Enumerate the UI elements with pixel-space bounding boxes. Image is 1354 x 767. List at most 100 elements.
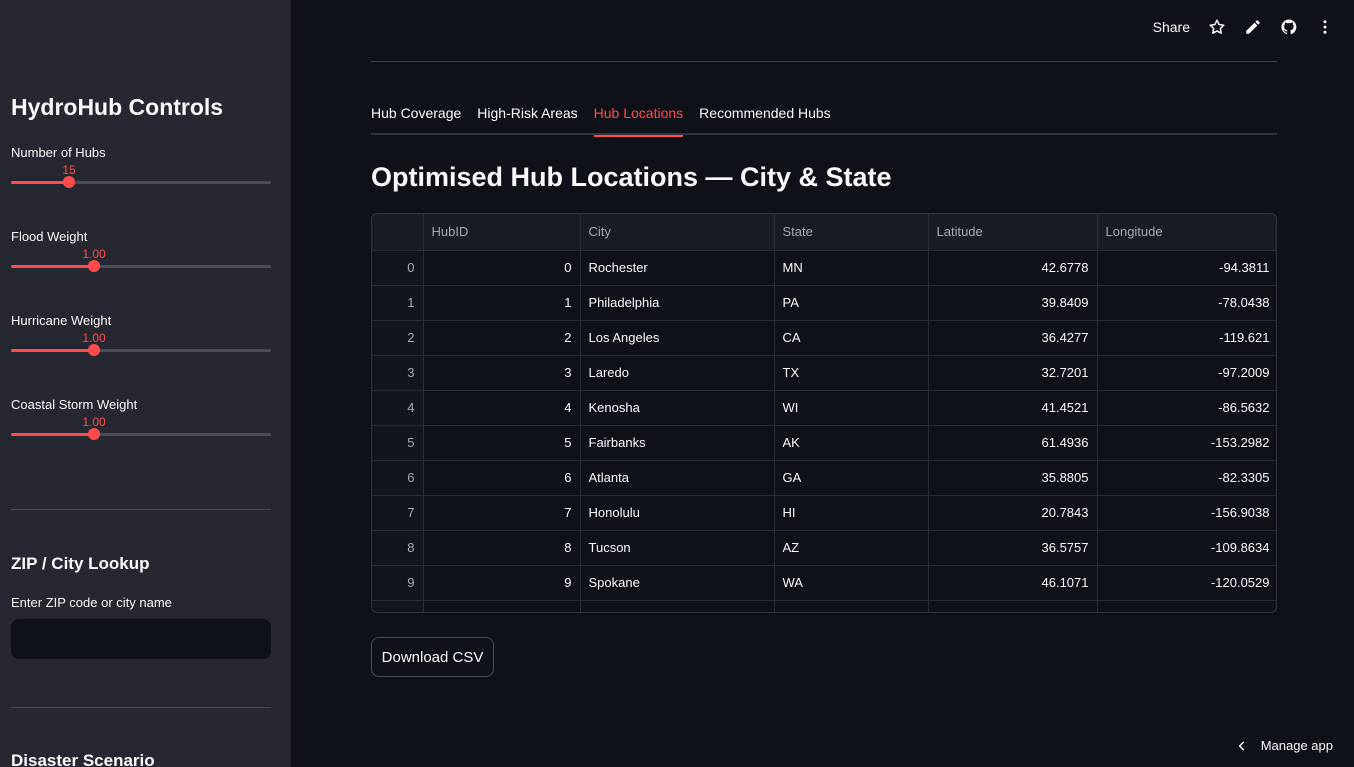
slider-thumb[interactable] (88, 344, 100, 356)
row-index[interactable]: 7 (372, 495, 424, 531)
longitude-cell[interactable]: -86.5632 (1097, 390, 1276, 426)
hubid-cell[interactable]: 7 (423, 495, 581, 531)
table-row[interactable]: 3 3 Laredo TX 32.7201 -97.2009 (372, 355, 1276, 391)
state-cell[interactable]: AZ (774, 530, 929, 566)
star-icon[interactable] (1208, 18, 1226, 36)
city-cell[interactable] (580, 600, 775, 612)
table-row[interactable]: 5 5 Fairbanks AK 61.4936 -153.2982 (372, 425, 1276, 461)
hub-table[interactable]: HubID City State Latitude Longitude 0 0 Ro… (371, 213, 1277, 613)
hubid-cell[interactable]: 6 (423, 460, 581, 496)
hubid-cell[interactable]: 9 (423, 565, 581, 601)
state-cell[interactable]: CA (774, 320, 929, 356)
longitude-cell[interactable]: -78.0438 (1097, 285, 1276, 321)
state-cell[interactable]: MN (774, 250, 929, 286)
longitude-cell[interactable]: -120.0529 (1097, 565, 1276, 601)
hubid-cell[interactable]: 4 (423, 390, 581, 426)
city-cell[interactable]: Kenosha (580, 390, 775, 426)
longitude-cell[interactable]: -109.8634 (1097, 530, 1276, 566)
row-index[interactable]: 4 (372, 390, 424, 426)
slider-track[interactable] (11, 176, 271, 188)
latitude-cell[interactable]: 46.1071 (928, 565, 1098, 601)
table-row[interactable] (372, 600, 1276, 612)
pencil-icon[interactable] (1244, 18, 1262, 36)
latitude-cell[interactable]: 61.4936 (928, 425, 1098, 461)
state-cell[interactable]: AK (774, 425, 929, 461)
row-index[interactable]: 8 (372, 530, 424, 566)
city-cell[interactable]: Laredo (580, 355, 775, 391)
longitude-cell[interactable]: -97.2009 (1097, 355, 1276, 391)
city-cell[interactable]: Rochester (580, 250, 775, 286)
slider-track[interactable] (11, 344, 271, 356)
latitude-cell[interactable]: 41.4521 (928, 390, 1098, 426)
download-csv-button[interactable]: Download CSV (371, 637, 494, 677)
state-cell[interactable]: HI (774, 495, 929, 531)
longitude-cell[interactable]: -153.2982 (1097, 425, 1276, 461)
longitude-cell[interactable]: -82.3305 (1097, 460, 1276, 496)
state-cell[interactable]: WI (774, 390, 929, 426)
manage-app-button[interactable]: Manage app (1235, 738, 1333, 753)
github-icon[interactable] (1280, 18, 1298, 36)
slider-track[interactable] (11, 428, 271, 440)
latitude-cell[interactable] (928, 600, 1098, 612)
column-header-latitude[interactable]: Latitude (928, 214, 1098, 251)
longitude-cell[interactable]: -156.9038 (1097, 495, 1276, 531)
city-cell[interactable]: Atlanta (580, 460, 775, 496)
latitude-cell[interactable]: 35.8805 (928, 460, 1098, 496)
table-row[interactable]: 7 7 Honolulu HI 20.7843 -156.9038 (372, 495, 1276, 531)
latitude-cell[interactable]: 39.8409 (928, 285, 1098, 321)
latitude-cell[interactable]: 36.5757 (928, 530, 1098, 566)
state-cell[interactable]: PA (774, 285, 929, 321)
slider-thumb[interactable] (63, 176, 75, 188)
table-row[interactable]: 6 6 Atlanta GA 35.8805 -82.3305 (372, 460, 1276, 496)
table-row[interactable]: 2 2 Los Angeles CA 36.4277 -119.621 (372, 320, 1276, 356)
longitude-cell[interactable]: -119.621 (1097, 320, 1276, 356)
latitude-cell[interactable]: 32.7201 (928, 355, 1098, 391)
row-index[interactable]: 2 (372, 320, 424, 356)
latitude-cell[interactable]: 36.4277 (928, 320, 1098, 356)
table-row[interactable]: 1 1 Philadelphia PA 39.8409 -78.0438 (372, 285, 1276, 321)
column-header-city[interactable]: City (580, 214, 775, 251)
city-cell[interactable]: Tucson (580, 530, 775, 566)
hubid-cell[interactable]: 3 (423, 355, 581, 391)
latitude-cell[interactable]: 42.6778 (928, 250, 1098, 286)
row-index[interactable]: 6 (372, 460, 424, 496)
longitude-cell[interactable]: -94.3811 (1097, 250, 1276, 286)
zip-city-input[interactable] (11, 619, 271, 659)
row-index[interactable]: 0 (372, 250, 424, 286)
slider-thumb[interactable] (88, 428, 100, 440)
table-row[interactable]: 0 0 Rochester MN 42.6778 -94.3811 (372, 250, 1276, 286)
hurricane-weight-slider[interactable]: Hurricane Weight 1.00 (11, 313, 271, 373)
row-index[interactable]: 1 (372, 285, 424, 321)
coastal-storm-weight-slider[interactable]: Coastal Storm Weight 1.00 (11, 397, 271, 457)
tab-high-risk-areas[interactable]: High-Risk Areas (477, 96, 577, 135)
row-index[interactable]: 5 (372, 425, 424, 461)
city-cell[interactable]: Spokane (580, 565, 775, 601)
city-cell[interactable]: Honolulu (580, 495, 775, 531)
hubid-cell[interactable]: 0 (423, 250, 581, 286)
column-header-index[interactable] (372, 214, 424, 251)
flood-weight-slider[interactable]: Flood Weight 1.00 (11, 229, 271, 289)
state-cell[interactable] (774, 600, 929, 612)
state-cell[interactable]: GA (774, 460, 929, 496)
hubid-cell[interactable] (423, 600, 581, 612)
column-header-longitude[interactable]: Longitude (1097, 214, 1276, 251)
city-cell[interactable]: Fairbanks (580, 425, 775, 461)
table-row[interactable]: 4 4 Kenosha WI 41.4521 -86.5632 (372, 390, 1276, 426)
slider-track[interactable] (11, 260, 271, 272)
hubid-cell[interactable]: 1 (423, 285, 581, 321)
row-index[interactable] (372, 600, 424, 612)
tab-hub-coverage[interactable]: Hub Coverage (371, 96, 461, 135)
hubid-cell[interactable]: 5 (423, 425, 581, 461)
city-cell[interactable]: Philadelphia (580, 285, 775, 321)
slider-thumb[interactable] (88, 260, 100, 272)
column-header-hubid[interactable]: HubID (423, 214, 581, 251)
table-row[interactable]: 8 8 Tucson AZ 36.5757 -109.8634 (372, 530, 1276, 566)
table-row[interactable]: 9 9 Spokane WA 46.1071 -120.0529 (372, 565, 1276, 601)
hubs-slider[interactable]: Number of Hubs 15 (11, 145, 271, 205)
share-button[interactable]: Share (1153, 19, 1190, 35)
latitude-cell[interactable]: 20.7843 (928, 495, 1098, 531)
city-cell[interactable]: Los Angeles (580, 320, 775, 356)
longitude-cell[interactable] (1097, 600, 1276, 612)
tab-recommended-hubs[interactable]: Recommended Hubs (699, 96, 831, 135)
state-cell[interactable]: WA (774, 565, 929, 601)
